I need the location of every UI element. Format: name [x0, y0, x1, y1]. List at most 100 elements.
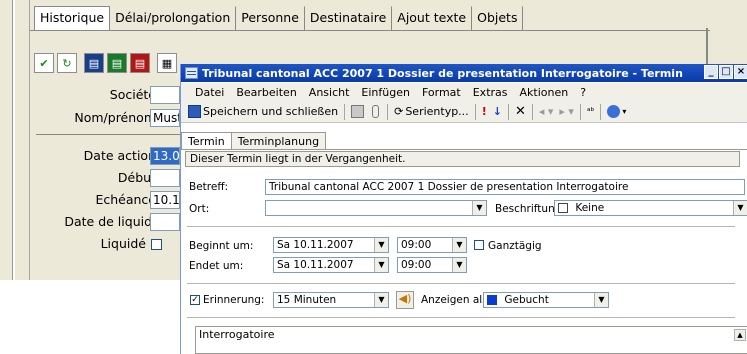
tab-historique[interactable]: Historique [34, 6, 111, 30]
endet-label: Endet um: [189, 260, 244, 272]
attach-button[interactable] [369, 105, 384, 118]
previous-arrow-icon: ◂ ▾ [538, 105, 554, 118]
bg-tab-strip: Historique Délai/prolongation Personne D… [34, 6, 524, 30]
low-priority-button[interactable]: ↓ [490, 105, 505, 118]
erinnerung-checkbox[interactable]: ✓ [190, 295, 200, 305]
dropdown-arrow-icon[interactable]: ▼ [452, 258, 466, 272]
dropdown-arrow-icon[interactable]: ▼ [374, 258, 388, 272]
tab-ajout-texte[interactable]: Ajout texte [392, 6, 473, 30]
menu-help[interactable]: ? [574, 86, 592, 99]
nom-prenom-field[interactable]: Must [150, 109, 180, 127]
serientyp-button[interactable]: ⟳ Serientyp... [391, 105, 472, 118]
menu-format[interactable]: Format [416, 86, 467, 99]
erinnerung-value: 15 Minuten [277, 294, 337, 306]
erinnerung-label: Erinnerung: [203, 294, 265, 306]
scroll-up-icon[interactable]: ▲ [734, 329, 746, 341]
checkmark-icon[interactable]: ✔ [34, 53, 54, 73]
toolbar-separator [507, 103, 509, 120]
date-liquid-label: Date de liquid. [64, 214, 156, 229]
tab-terminplanung[interactable]: Terminplanung [230, 132, 327, 150]
menu-bar: Datei Bearbeiten Ansicht Einfügen Format… [181, 83, 747, 101]
start-date-input[interactable]: Sa 10.11.2007 ▼ [273, 237, 389, 253]
save-close-button[interactable]: Speichern und schließen [185, 105, 341, 118]
tab-objets[interactable]: Objets [472, 6, 524, 30]
societe-label: Société [109, 87, 156, 102]
date-liquid-field[interactable] [150, 213, 180, 231]
folder-icon[interactable]: ▦ [157, 53, 177, 73]
start-time-input[interactable]: 09:00 ▼ [397, 237, 467, 253]
anzeigen-select[interactable]: Gebucht ▼ [483, 292, 609, 308]
window-title: Tribunal cantonal ACC 2007 1 Dossier de … [202, 66, 683, 80]
appointment-window: Tribunal cantonal ACC 2007 1 Dossier de … [180, 64, 747, 354]
debut-label: Début [117, 170, 156, 185]
high-priority-button[interactable]: ! [479, 105, 490, 118]
menu-einfuegen[interactable]: Einfügen [355, 86, 416, 99]
echeance-label: Echéance [95, 192, 156, 207]
help-icon [607, 105, 621, 118]
tab-termin[interactable]: Termin [181, 132, 232, 150]
betreff-input[interactable]: Tribunal cantonal ACC 2007 1 Dossier de … [265, 179, 745, 195]
menu-ansicht[interactable]: Ansicht [303, 86, 356, 99]
sound-button[interactable]: ◀) [396, 291, 414, 309]
bg-toolbar: ✔ ↻ ▤ ▤ ▤ ▦ [34, 53, 177, 73]
societe-field[interactable] [150, 86, 180, 104]
toolbar-separator [531, 103, 533, 120]
previous-button[interactable]: ◂ ▾ [536, 105, 557, 118]
toolbar-separator [344, 103, 346, 120]
ort-input[interactable]: ▼ [265, 200, 487, 216]
exclamation-icon: ! [481, 105, 487, 118]
help-button[interactable]: ▾ [604, 105, 629, 118]
menu-aktionen[interactable]: Aktionen [514, 86, 575, 99]
card-red-icon[interactable]: ▤ [130, 53, 150, 73]
notes-text: Interrogatoire [199, 328, 275, 341]
left-frame [0, 0, 30, 280]
tab-destinataire[interactable]: Destinataire [305, 6, 393, 30]
delete-button[interactable]: ✕ [512, 104, 529, 119]
liquide-checkbox[interactable] [151, 239, 162, 250]
debut-field[interactable] [150, 169, 180, 187]
dropdown-arrow-icon[interactable]: ▼ [452, 238, 466, 252]
address-book-icon: ᵃᵇ [586, 106, 595, 117]
beschriftung-select[interactable]: Keine ▼ [554, 200, 747, 216]
dropdown-arrow-icon[interactable]: ▼ [374, 238, 388, 252]
tab-personne[interactable]: Personne [236, 6, 305, 30]
minimize-icon[interactable]: _ [704, 65, 718, 79]
ganztaegig-checkbox[interactable] [474, 240, 484, 250]
menu-extras[interactable]: Extras [467, 86, 514, 99]
end-date-input[interactable]: Sa 10.11.2007 ▼ [273, 257, 389, 273]
echeance-field[interactable]: 10.11 [150, 191, 180, 209]
beginnt-label: Beginnt um: [189, 240, 254, 252]
dropdown-arrow-icon[interactable]: ▼ [594, 293, 608, 307]
dropdown-arrow-icon[interactable]: ▼ [374, 293, 388, 307]
paperclip-icon [372, 105, 380, 118]
date-action-label: Date action [83, 148, 156, 163]
refresh-icon[interactable]: ↻ [57, 53, 77, 73]
menu-datei[interactable]: Datei [189, 86, 230, 99]
title-bar[interactable]: Tribunal cantonal ACC 2007 1 Dossier de … [181, 64, 747, 82]
anzeigen-label: Anzeigen als: [421, 294, 492, 306]
erinnerung-select[interactable]: 15 Minuten ▼ [273, 292, 389, 308]
maximize-icon[interactable]: □ [719, 65, 733, 79]
toolbar-separator [474, 103, 476, 120]
date-action-field[interactable]: 13.09 [150, 147, 180, 165]
dropdown-arrow-icon[interactable]: ▼ [472, 201, 486, 215]
card-green-icon[interactable]: ▤ [107, 53, 127, 73]
panel-edge [706, 28, 708, 68]
print-button[interactable] [348, 105, 369, 118]
save-icon [188, 105, 201, 118]
dropdown-arrow-icon[interactable]: ▼ [733, 201, 747, 215]
beschriftung-value: Keine [575, 202, 605, 214]
next-button[interactable]: ▸ ▾ [556, 105, 577, 118]
speaker-icon: ◀) [398, 292, 412, 305]
end-time-input[interactable]: 09:00 ▼ [397, 257, 467, 273]
menu-bearbeiten[interactable]: Bearbeiten [230, 86, 302, 99]
card-icon[interactable]: ▤ [84, 53, 104, 73]
tab-delai-prolongation[interactable]: Délai/prolongation [110, 6, 237, 30]
address-book-button[interactable]: ᵃᵇ [584, 107, 597, 117]
notes-textarea[interactable]: Interrogatoire ▲ [195, 326, 747, 354]
down-arrow-icon: ↓ [492, 105, 502, 118]
label-color-swatch [558, 203, 568, 213]
calendar-icon [185, 67, 198, 79]
start-date-value: Sa 10.11.2007 [277, 239, 354, 251]
close-icon[interactable]: × [734, 65, 747, 79]
